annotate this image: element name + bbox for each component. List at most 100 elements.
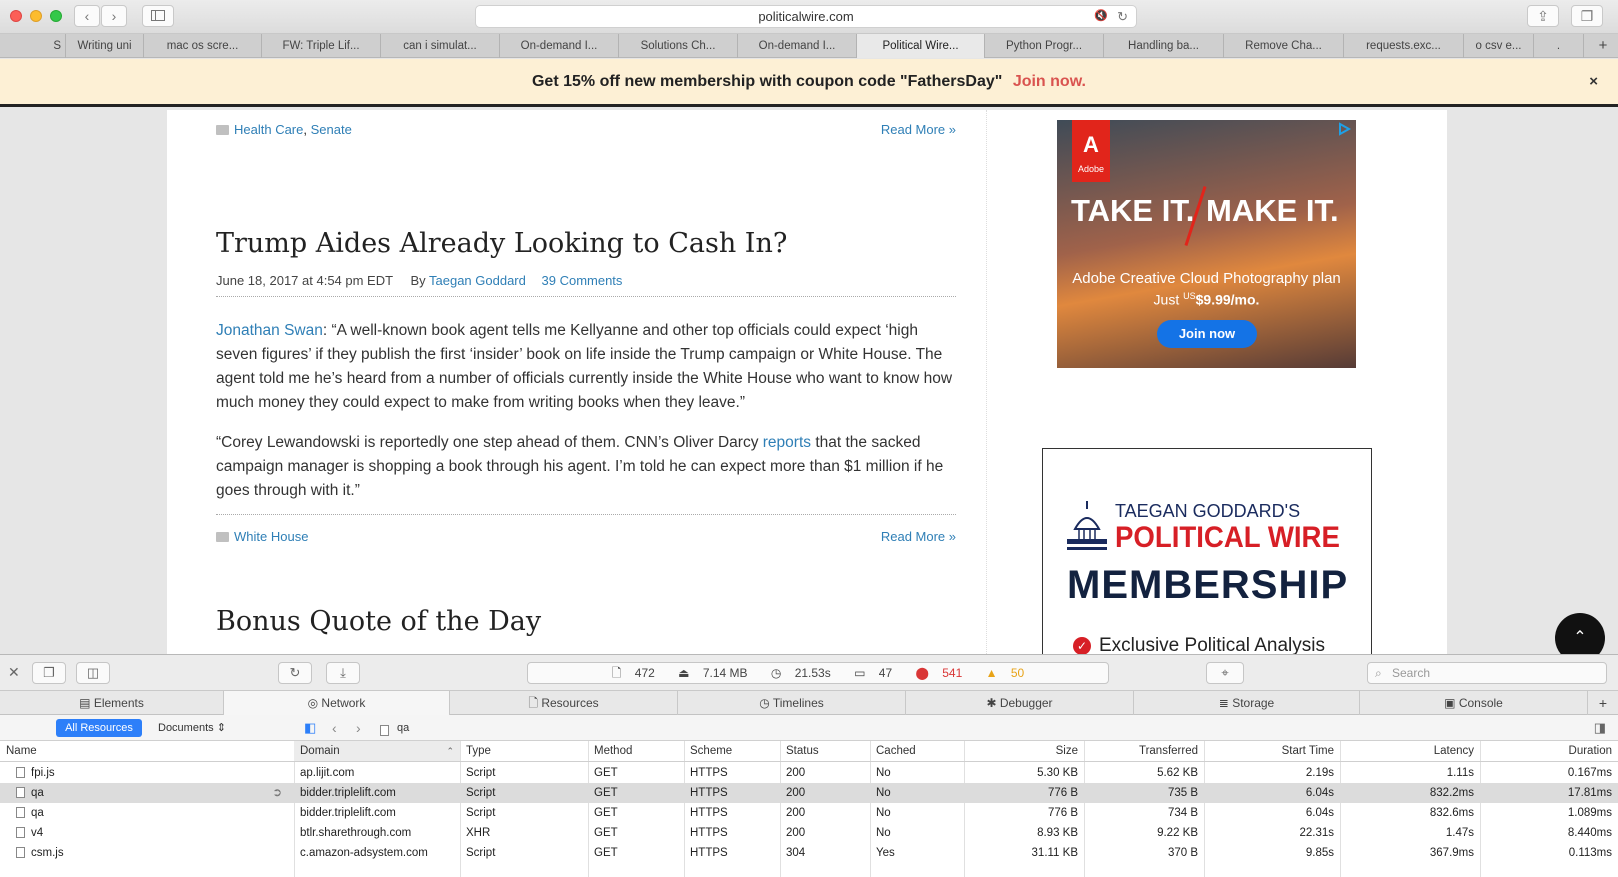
tab-elements[interactable]: ▤ Elements	[0, 691, 224, 715]
browser-tab[interactable]: Handling ba...	[1104, 34, 1224, 58]
browser-tab[interactable]: .	[1534, 34, 1584, 58]
documents-select[interactable]: Documents ⇕	[158, 719, 226, 737]
browser-tab[interactable]: o csv e...	[1464, 34, 1534, 58]
close-window-button[interactable]	[10, 10, 22, 22]
error-count[interactable]: ⬤ 541	[910, 666, 967, 680]
sidebar-icon[interactable]: ◧	[304, 719, 316, 737]
promo-join-link[interactable]: Join now.	[1013, 73, 1086, 90]
column-header-start-time[interactable]: Start Time	[1204, 741, 1340, 762]
browser-tab[interactable]: Remove Cha...	[1224, 34, 1344, 58]
category-link[interactable]: Health Care	[234, 122, 303, 137]
chevron-left-icon[interactable]: ‹	[332, 719, 337, 737]
forward-button[interactable]: ›	[101, 5, 127, 27]
browser-tab[interactable]: Python Progr...	[985, 34, 1104, 58]
column-header-size[interactable]: Size	[964, 741, 1084, 762]
download-button[interactable]: ⤓	[326, 662, 360, 684]
new-tab-button[interactable]: +	[1588, 34, 1618, 58]
details-pane-icon[interactable]: ◨	[1594, 719, 1606, 737]
browser-tab-active[interactable]: Political Wire...	[857, 34, 985, 58]
filter-input[interactable]: qa	[397, 719, 409, 737]
author-link[interactable]: Taegan Goddard	[429, 273, 526, 288]
browser-tab[interactable]: requests.exc...	[1344, 34, 1464, 58]
dock-icon: ◫	[86, 665, 100, 680]
column-header-scheme[interactable]: Scheme	[684, 741, 780, 762]
dock-side-button[interactable]: ◫	[76, 662, 110, 684]
all-resources-button[interactable]: All Resources	[56, 719, 142, 737]
column-header-cached[interactable]: Cached	[870, 741, 964, 762]
resources-count[interactable]: 🗋 472	[607, 666, 660, 680]
ad-headline-right: MAKE IT.	[1206, 193, 1339, 228]
show-tabs-button[interactable]: ❐	[1571, 5, 1603, 27]
read-more-link[interactable]: Read More »	[850, 529, 956, 544]
warning-count[interactable]: ▲ 50	[981, 666, 1030, 680]
browser-tab[interactable]: Solutions Ch...	[619, 34, 738, 58]
mute-icon[interactable]: 🔇	[1094, 6, 1108, 27]
browser-tab[interactable]: On-demand I...	[738, 34, 857, 58]
page-viewport: Health Care, Senate Read More » Trump Ai…	[0, 110, 1618, 654]
category-link[interactable]: Senate	[311, 122, 352, 137]
column-header-method[interactable]: Method	[588, 741, 684, 762]
tab-debugger[interactable]: ✱ Debugger	[906, 691, 1134, 715]
column-header-status[interactable]: Status	[780, 741, 870, 762]
table-row-selected[interactable]: qa ➲ bidder.triplelift.com Script GET HTT…	[0, 783, 1618, 803]
membership-ad[interactable]: TAEGAN GODDARD'S POLITICAL WIRE MEMBERSH…	[1042, 448, 1372, 654]
inspector-search-input[interactable]: ⌕ Search	[1367, 662, 1607, 684]
category-link[interactable]: White House	[234, 529, 308, 544]
tab-timelines[interactable]: ◷ Timelines	[678, 691, 906, 715]
source-link[interactable]: Jonathan Swan	[216, 322, 323, 339]
reload-page-button[interactable]: ↻	[278, 662, 312, 684]
column-header-duration[interactable]: Duration	[1480, 741, 1618, 762]
close-icon[interactable]: ×	[1589, 73, 1598, 91]
browser-tab[interactable]: S	[0, 34, 66, 58]
inspect-element-button[interactable]: ⌖	[1206, 662, 1244, 684]
chevron-right-icon[interactable]: ›	[356, 719, 361, 737]
column-header-latency[interactable]: Latency	[1340, 741, 1480, 762]
size-total[interactable]: ⏏ 7.14 MB	[673, 666, 752, 680]
share-button[interactable]: ⇪	[1527, 5, 1559, 27]
reports-link[interactable]: reports	[763, 434, 811, 451]
timelines-icon: ◷	[759, 696, 770, 710]
next-article-title[interactable]: Bonus Quote of the Day	[216, 606, 541, 637]
close-inspector-icon[interactable]: ✕	[8, 664, 20, 681]
browser-tab[interactable]: FW: Triple Lif...	[262, 34, 381, 58]
zoom-window-button[interactable]	[50, 10, 62, 22]
address-bar[interactable]: politicalwire.com 🔇 ↻	[475, 5, 1137, 28]
tab-resources[interactable]: 🗋 Resources	[450, 691, 678, 715]
log-count[interactable]: ▭ 47	[849, 666, 897, 680]
browser-tab[interactable]: mac os scre...	[144, 34, 262, 58]
ad-line1: Adobe Creative Cloud Photography plan	[1072, 270, 1341, 287]
minimize-window-button[interactable]	[30, 10, 42, 22]
browser-tab[interactable]: On-demand I...	[500, 34, 619, 58]
tab-network[interactable]: ◎ Network	[224, 691, 450, 715]
article-title[interactable]: Trump Aides Already Looking to Cash In?	[216, 228, 787, 259]
column-header-transferred[interactable]: Transferred	[1084, 741, 1204, 762]
adchoices-icon[interactable]	[1337, 122, 1352, 136]
reload-icon[interactable]: ↻	[1117, 6, 1128, 27]
browser-tab[interactable]: Writing uni	[66, 34, 144, 58]
tab-label: Network	[321, 696, 366, 710]
xhr-file-icon	[16, 827, 25, 838]
column-header-type[interactable]: Type	[460, 741, 588, 762]
go-to-arrow-icon[interactable]: ➲	[272, 783, 282, 803]
sidebar-toggle-button[interactable]	[142, 5, 174, 27]
tab-storage[interactable]: ≣ Storage	[1134, 691, 1360, 715]
back-button[interactable]: ‹	[74, 5, 100, 27]
adobe-ad[interactable]: A Adobe TAKE IT. MAKE IT. Adobe Creative…	[1057, 120, 1356, 368]
table-row[interactable]: qa bidder.triplelift.com Script GET HTTP…	[0, 803, 1618, 823]
browser-tab[interactable]: can i simulat...	[381, 34, 500, 58]
table-row[interactable]: v4 btlr.sharethrough.com XHR GET HTTPS 2…	[0, 823, 1618, 843]
read-more-link[interactable]: Read More »	[850, 122, 956, 137]
table-row[interactable]: fpi.js ap.lijit.com Script GET HTTPS 200…	[0, 763, 1618, 783]
js-file-icon	[16, 807, 25, 818]
comments-link[interactable]: 39 Comments	[542, 273, 623, 288]
tab-console[interactable]: ▣ Console	[1360, 691, 1588, 715]
add-tab-icon[interactable]: +	[1588, 691, 1618, 715]
column-header-name[interactable]: Name	[0, 741, 294, 762]
load-time[interactable]: ◷ 21.53s	[766, 666, 836, 680]
scroll-to-top-button[interactable]: ⌃	[1555, 613, 1605, 654]
column-header-domain[interactable]: Domain ⌃	[294, 741, 460, 762]
table-row[interactable]: csm.js c.amazon-adsystem.com Script GET …	[0, 843, 1618, 863]
detach-button[interactable]: ❐	[32, 662, 66, 684]
cell-scheme: HTTPS	[690, 827, 728, 839]
ad-join-now-button[interactable]: Join now	[1157, 320, 1257, 348]
